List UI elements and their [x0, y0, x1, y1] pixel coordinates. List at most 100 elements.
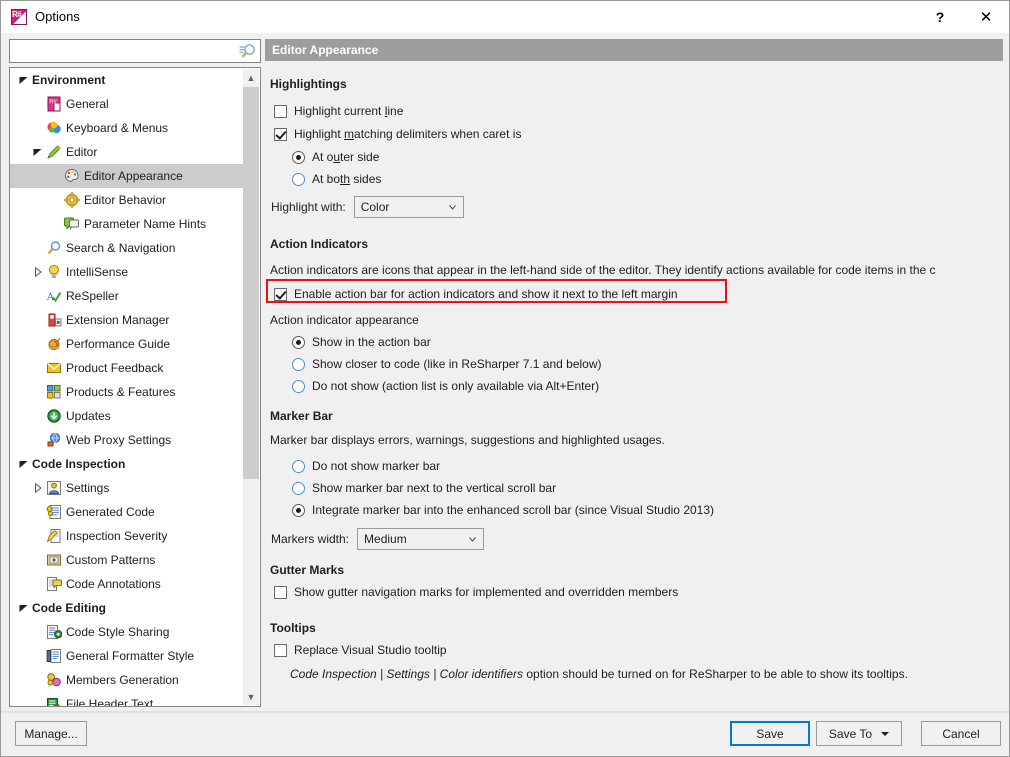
chevron-down-icon — [469, 537, 476, 542]
sidebar-item-inspection-severity[interactable]: Inspection Severity — [10, 524, 244, 548]
sidebar-item-search-navigation[interactable]: Search & Navigation — [10, 236, 244, 260]
appearance-option-closer-radio[interactable] — [292, 357, 305, 371]
highlight-matching-row[interactable]: Highlight matching delimiters when caret… — [274, 127, 521, 141]
sidebar-item-members-generation[interactable]: Members Generation — [10, 668, 244, 692]
marker-option-next-scroll-label: Show marker bar next to the vertical scr… — [312, 481, 557, 495]
caret-option-both-row[interactable]: At both sides — [292, 172, 381, 186]
sidebar-item-label: Products & Features — [66, 385, 176, 399]
sidebar-item-code-style-sharing[interactable]: Code Style Sharing — [10, 620, 244, 644]
show-gutter-marks-row[interactable]: Show gutter navigation marks for impleme… — [274, 585, 678, 599]
sidebar-item-editor[interactable]: Editor — [10, 140, 244, 164]
marker-option-hide-row[interactable]: Do not show marker bar — [292, 459, 440, 473]
sidebar-item-performance-guide[interactable]: Performance Guide — [10, 332, 244, 356]
search-box[interactable] — [9, 39, 261, 63]
sidebar-item-updates[interactable]: Updates — [10, 404, 244, 428]
sidebar-item-label: Code Annotations — [66, 577, 161, 591]
show-gutter-marks-checkbox[interactable] — [274, 585, 287, 599]
cancel-button[interactable]: Cancel — [921, 721, 1001, 746]
expand-arrow-down-icon[interactable] — [18, 68, 32, 92]
appearance-option-action-bar-row[interactable]: Show in the action bar — [292, 335, 431, 349]
sidebar-item-general-formatter-style[interactable]: General Formatter Style — [10, 644, 244, 668]
marker-option-next-scroll-radio[interactable] — [292, 481, 305, 495]
replace-tooltip-row[interactable]: Replace Visual Studio tooltip — [274, 643, 447, 657]
save-button[interactable]: Save — [730, 721, 810, 746]
highlight-with-label: Highlight with: — [271, 200, 346, 214]
sidebar-item-editor-behavior[interactable]: Editor Behavior — [10, 188, 244, 212]
marker-option-next-scroll-row[interactable]: Show marker bar next to the vertical scr… — [292, 481, 556, 495]
caret-option-both-radio[interactable] — [292, 172, 305, 186]
marker-option-integrate-radio[interactable] — [292, 503, 305, 517]
appearance-option-action-bar-label: Show in the action bar — [312, 335, 431, 349]
sidebar-item-web-proxy-settings[interactable]: Web Proxy Settings — [10, 428, 244, 452]
appearance-option-closer-row[interactable]: Show closer to code (like in ReSharper 7… — [292, 357, 602, 371]
scroll-thumb[interactable] — [243, 87, 259, 479]
scroll-down-icon[interactable]: ▼ — [243, 688, 259, 705]
close-icon[interactable]: ✕ — [963, 1, 1009, 33]
sidebar-item-keyboard-menus[interactable]: Keyboard & Menus — [10, 116, 244, 140]
appearance-option-action-bar-radio[interactable] — [292, 335, 305, 349]
markers-width-combo[interactable]: Medium — [357, 528, 485, 550]
marker-option-integrate-row[interactable]: Integrate marker bar into the enhanced s… — [292, 503, 714, 517]
sidebar-item-label: Custom Patterns — [66, 553, 156, 567]
marker-option-hide-radio[interactable] — [292, 459, 305, 473]
highlight-current-line-row[interactable]: Highlight current line — [274, 104, 403, 118]
sidebar-item-generated-code[interactable]: Generated Code — [10, 500, 244, 524]
scroll-up-icon[interactable]: ▲ — [243, 69, 259, 86]
highlight-current-line-checkbox[interactable] — [274, 104, 287, 118]
appearance-option-donotshow-radio[interactable] — [292, 379, 305, 393]
search-input[interactable] — [14, 42, 233, 62]
caret-option-outer-radio[interactable] — [292, 150, 305, 164]
sidebar-item-label: Members Generation — [66, 673, 179, 687]
expand-arrow-right-icon[interactable] — [32, 260, 46, 284]
sidebar-item-intellisense[interactable]: IntelliSense — [10, 260, 244, 284]
action-indicator-appearance-label: Action indicator appearance — [270, 313, 419, 327]
sidebar-item-respeller[interactable]: A ReSpeller — [10, 284, 244, 308]
expand-arrow-down-icon[interactable] — [18, 452, 32, 476]
updates-icon — [46, 408, 62, 424]
expand-arrow-right-icon[interactable] — [32, 476, 46, 500]
enable-action-bar-row[interactable]: Enable action bar for action indicators … — [274, 287, 678, 301]
settings-tree-list: Environment R# General Keyboard & Menus Edit… — [10, 68, 244, 706]
tree-scrollbar[interactable]: ▲ ▼ — [243, 69, 259, 705]
dialog-footer: Manage... Save Save To Cancel — [1, 711, 1009, 756]
highlight-with-combo[interactable]: Color — [353, 196, 464, 218]
appearance-option-donotshow-row[interactable]: Do not show (action list is only availab… — [292, 379, 599, 393]
sidebar-item-parameter-name-hints[interactable]: Parameter Name Hints — [10, 212, 244, 236]
sidebar-item-product-feedback[interactable]: Product Feedback — [10, 356, 244, 380]
sidebar-item-general[interactable]: R# General — [10, 92, 244, 116]
section-title-highlightings: Highlightings — [270, 77, 347, 91]
sidebar-item-code-annotations[interactable]: Code Annotations — [10, 572, 244, 596]
sidebar-item-code-inspection[interactable]: Code Inspection — [10, 452, 244, 476]
manage-button[interactable]: Manage... — [15, 721, 87, 746]
caret-option-outer-row[interactable]: At outer side — [292, 150, 379, 164]
sidebar-item-editor-appearance[interactable]: Editor Appearance — [10, 164, 244, 188]
members-icon — [46, 672, 62, 688]
file-header-icon — [46, 696, 62, 706]
expand-arrow-down-icon[interactable] — [32, 140, 46, 164]
action-indicators-description: Action indicators are icons that appear … — [270, 263, 936, 277]
sidebar-item-extension-manager[interactable]: Extension Manager — [10, 308, 244, 332]
sidebar-item-settings[interactable]: Settings — [10, 476, 244, 500]
help-button[interactable]: ? — [917, 1, 963, 33]
replace-tooltip-checkbox[interactable] — [274, 643, 287, 657]
save-to-label: Save To — [828, 726, 873, 741]
sidebar-item-environment[interactable]: Environment — [10, 68, 244, 92]
expand-arrow-down-icon[interactable] — [18, 596, 32, 620]
section-title-gutter-marks: Gutter Marks — [270, 563, 345, 577]
sidebar-item-file-header-text[interactable]: File Header Text — [10, 692, 244, 706]
sidebar-item-products-features[interactable]: Products & Features — [10, 380, 244, 404]
sidebar-item-custom-patterns[interactable]: Custom Patterns — [10, 548, 244, 572]
sidebar-item-code-editing[interactable]: Code Editing — [10, 596, 244, 620]
highlight-matching-checkbox[interactable] — [274, 127, 287, 141]
svg-text:A: A — [47, 291, 55, 303]
save-to-button[interactable]: Save To — [816, 721, 902, 746]
enable-action-bar-checkbox[interactable] — [274, 287, 287, 301]
